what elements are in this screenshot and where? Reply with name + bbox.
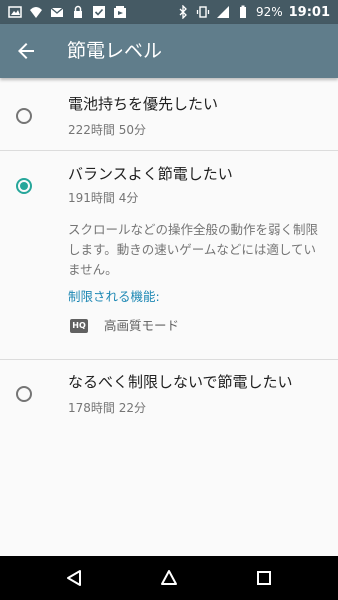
vibrate-icon (196, 6, 210, 18)
home-circle-icon[interactable] (159, 568, 179, 588)
navigation-bar (0, 556, 338, 600)
system-icons: 92% 19:01 (176, 4, 330, 20)
status-bar: 92% 19:01 (0, 0, 338, 24)
lock-icon (74, 5, 82, 18)
battery-icon (239, 5, 246, 18)
limited-features-label: 制限される機能: (68, 289, 160, 304)
option-title: 電池持ちを優先したい (68, 95, 219, 113)
arrow-back-icon[interactable] (14, 39, 38, 63)
signal-icon (216, 6, 229, 18)
app-bar: 節電レベル (0, 24, 338, 78)
mail-icon (50, 7, 64, 17)
option-title: バランスよく節電したい (68, 165, 233, 183)
battery-percentage: 92% (255, 5, 283, 19)
clock: 19:01 (288, 4, 330, 20)
option-subtitle: 222時間 50分 (68, 123, 146, 137)
image-icon (8, 6, 22, 18)
bluetooth-icon (179, 5, 187, 19)
wifi-icon (30, 7, 42, 18)
radio-button[interactable] (16, 108, 32, 124)
checkbox-icon (93, 6, 105, 18)
feature-label: 高画質モード (104, 318, 180, 333)
hq-icon: HQ (70, 319, 88, 333)
option-title: なるべく制限しないで節電したい (68, 373, 293, 391)
radio-button[interactable] (16, 386, 32, 402)
option-balanced[interactable]: バランスよく節電したい 191時間 4分 スクロールなどの操作全般の動作を弱く制… (0, 151, 338, 358)
option-minimal-restriction[interactable]: なるべく制限しないで節電したい 178時間 22分 (0, 360, 338, 430)
radio-button-selected[interactable] (16, 178, 32, 194)
option-description: スクロールなどの操作全般の動作を弱く制限します。動きの速いゲームなどには適してい… (68, 222, 319, 277)
back-triangle-icon[interactable] (64, 568, 84, 588)
option-subtitle: 178時間 22分 (68, 401, 146, 415)
option-subtitle: 191時間 4分 (68, 191, 139, 205)
recents-square-icon[interactable] (254, 568, 274, 588)
page-title: 節電レベル (67, 40, 163, 62)
option-battery-priority[interactable]: 電池持ちを優先したい 222時間 50分 (0, 78, 338, 150)
notification-icons (8, 4, 127, 20)
photo-icon (114, 6, 126, 18)
